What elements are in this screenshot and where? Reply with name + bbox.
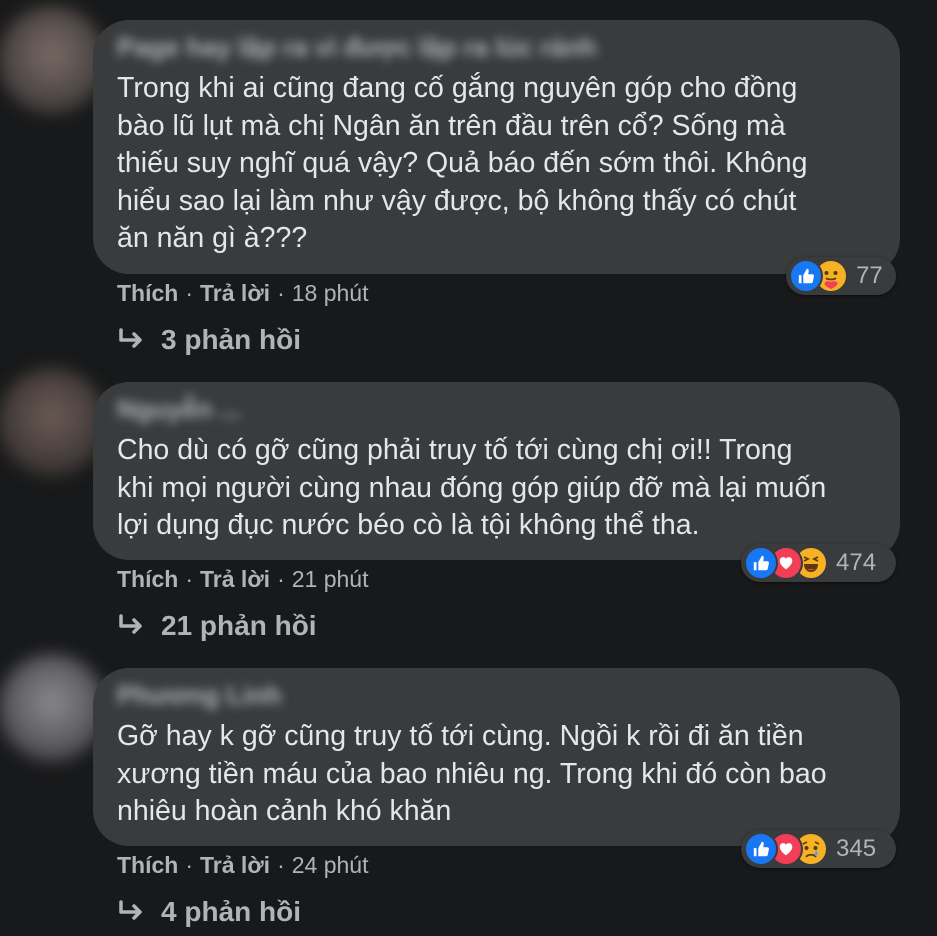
like-link[interactable]: Thích xyxy=(117,280,178,306)
comment-actions: Thích · Trả lời · 24 phút xyxy=(117,852,368,879)
timestamp[interactable]: 18 phút xyxy=(292,280,369,306)
view-replies-link[interactable]: 4 phản hồi xyxy=(117,896,301,928)
separator: · xyxy=(185,280,194,306)
comment-text: Cho dù có gỡ cũng phải truy tố tới cùng … xyxy=(117,434,827,541)
reaction-count: 345 xyxy=(836,835,877,862)
reaction-count: 474 xyxy=(836,549,877,576)
avatar[interactable] xyxy=(0,6,106,114)
timestamp[interactable]: 21 phút xyxy=(292,566,369,592)
reply-link[interactable]: Trả lời xyxy=(200,566,270,592)
comment-actions: Thích · Trả lời · 18 phút xyxy=(117,280,368,307)
comment-author[interactable]: Nguyễn ... xyxy=(117,394,241,425)
comment-text: Gỡ hay k gỡ cũng truy tố tới cùng. Ngồi … xyxy=(117,720,827,827)
reply-arrow-icon xyxy=(119,328,142,348)
avatar[interactable] xyxy=(0,654,106,762)
avatar[interactable] xyxy=(0,368,106,476)
separator: · xyxy=(185,852,194,878)
timestamp[interactable]: 24 phút xyxy=(292,852,369,878)
comment-actions: Thích · Trả lời · 21 phút xyxy=(117,566,368,593)
like-icon xyxy=(789,259,823,293)
reaction-summary[interactable]: 474 xyxy=(741,544,896,582)
comment-text: Trong khi ai cũng đang cố gắng nguyên gó… xyxy=(117,72,808,254)
separator: · xyxy=(277,852,285,878)
reply-link[interactable]: Trả lời xyxy=(200,280,270,306)
comment-author[interactable]: Phương Linh xyxy=(117,680,281,711)
replies-count-label: 4 phản hồi xyxy=(161,896,301,927)
separator: · xyxy=(277,280,285,306)
like-icon xyxy=(744,546,778,580)
comment-thread: Page hay lập ra vì được lập ra lúc rảnh … xyxy=(0,0,937,936)
comment-bubble: Phương Linh Gỡ hay k gỡ cũng truy tố tới… xyxy=(93,668,900,846)
reply-arrow-icon xyxy=(119,614,142,634)
view-replies-link[interactable]: 3 phản hồi xyxy=(117,324,301,356)
reaction-count: 77 xyxy=(856,262,883,289)
reaction-summary[interactable]: 77 xyxy=(786,257,896,295)
separator: · xyxy=(185,566,194,592)
comment-author[interactable]: Page hay lập ra vì được lập ra lúc rảnh xyxy=(117,32,597,63)
reply-link[interactable]: Trả lời xyxy=(200,852,270,878)
like-icon xyxy=(744,832,778,866)
replies-count-label: 3 phản hồi xyxy=(161,324,301,355)
reply-arrow-icon xyxy=(119,900,142,920)
reaction-summary[interactable]: 345 xyxy=(741,830,896,868)
separator: · xyxy=(277,566,285,592)
comment-bubble: Nguyễn ... Cho dù có gỡ cũng phải truy t… xyxy=(93,382,900,560)
like-link[interactable]: Thích xyxy=(117,566,178,592)
comment-bubble: Page hay lập ra vì được lập ra lúc rảnh … xyxy=(93,20,900,274)
replies-count-label: 21 phản hồi xyxy=(161,610,317,641)
view-replies-link[interactable]: 21 phản hồi xyxy=(117,610,317,642)
like-link[interactable]: Thích xyxy=(117,852,178,878)
